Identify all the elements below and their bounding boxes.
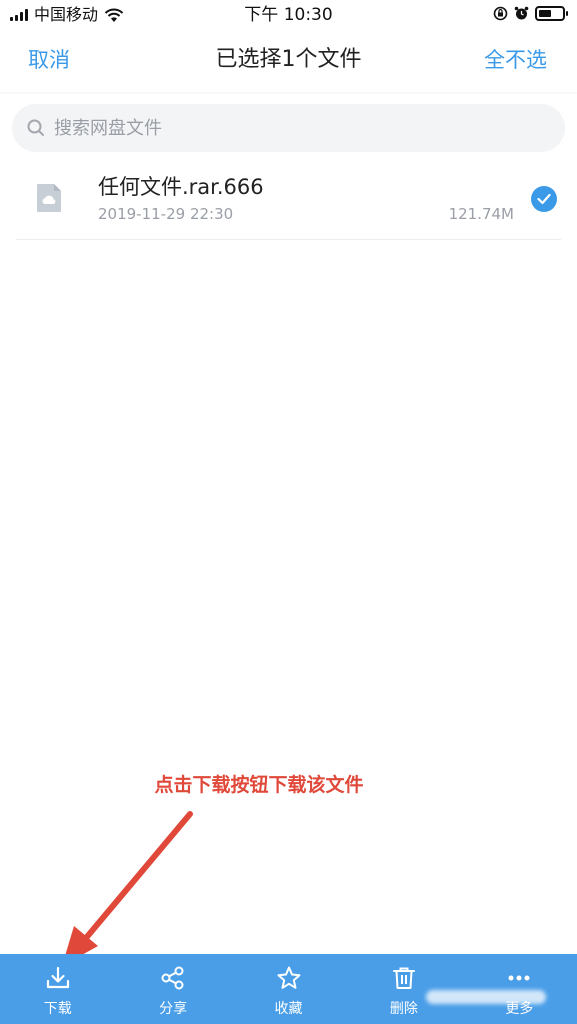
share-label: 分享: [159, 1001, 188, 1017]
delete-button[interactable]: 删除: [346, 954, 461, 1024]
file-list-item[interactable]: 任何文件.rar.666 2019-11-29 22:30 121.74M: [16, 160, 561, 240]
redaction-smudge: [426, 990, 546, 1004]
orientation-lock-icon: [493, 6, 508, 21]
share-icon: [161, 966, 184, 990]
instruction-annotation: 点击下载按钮下载该文件: [154, 774, 364, 796]
favorite-label: 收藏: [274, 1001, 303, 1017]
search-input[interactable]: [54, 117, 534, 139]
download-icon: [46, 966, 69, 989]
more-button[interactable]: 更多: [462, 954, 577, 1024]
nav-bar: 取消 已选择1个文件 全不选: [0, 30, 577, 92]
download-label: 下载: [43, 1001, 72, 1017]
cloud-file-icon: [37, 184, 61, 212]
selected-check-icon[interactable]: [531, 186, 557, 212]
favorite-button[interactable]: 收藏: [231, 954, 346, 1024]
status-time: 下午 10:30: [244, 5, 333, 25]
more-icon: [508, 975, 530, 981]
trash-icon: [392, 967, 415, 989]
annotation-arrow: [62, 811, 193, 966]
star-icon: [277, 966, 301, 989]
bottom-toolbar: 下载 分享 收藏 删除 更多: [0, 954, 577, 1024]
battery-icon: [535, 6, 568, 21]
file-date: 2019-11-29 22:30: [98, 205, 234, 223]
deselect-all-button[interactable]: 全不选: [484, 46, 547, 74]
search-icon: [27, 119, 44, 136]
download-button[interactable]: 下载: [0, 954, 115, 1024]
delete-label: 删除: [389, 1001, 418, 1017]
file-name: 任何文件.rar.666: [98, 175, 264, 199]
file-size: 121.74M: [448, 205, 514, 223]
search-bar[interactable]: [12, 104, 565, 152]
status-right: [493, 6, 568, 21]
alarm-icon: [514, 6, 529, 20]
share-button[interactable]: 分享: [115, 954, 230, 1024]
status-bar: 中国移动 下午 10:30: [0, 0, 577, 30]
